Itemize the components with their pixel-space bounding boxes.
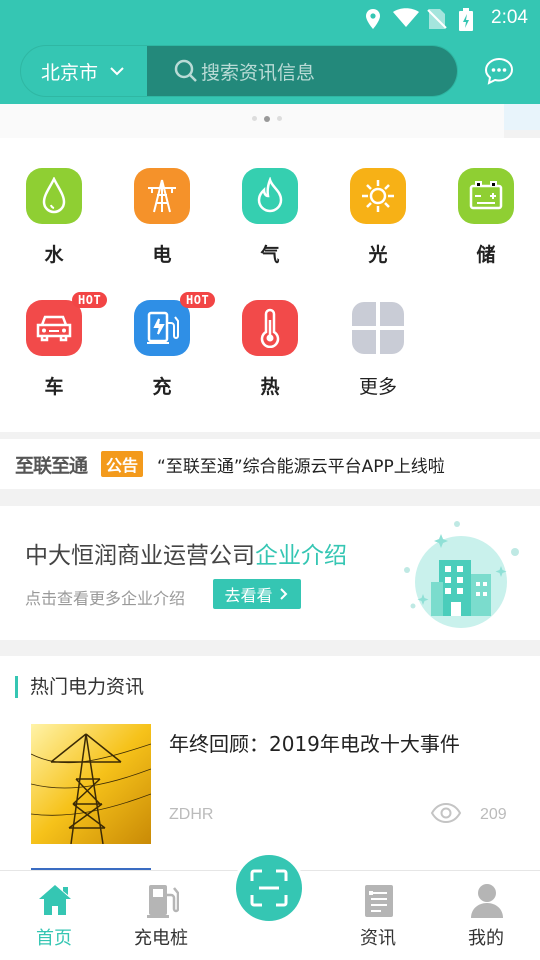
search-bar-container: 北京市 搜索资讯信息 — [20, 45, 458, 97]
category-grid: 水 电 气 光 储 HOT 车 HOT 充 热 更多 — [0, 138, 540, 432]
view-more-label: 去看看 — [224, 586, 273, 605]
tab-home[interactable]: 首页 — [4, 871, 104, 960]
message-icon[interactable] — [484, 57, 514, 85]
banner-next-slide — [504, 104, 540, 130]
tab-label: 我的 — [468, 928, 504, 949]
category-gas[interactable]: 气 — [230, 138, 310, 266]
category-car[interactable]: HOT 车 — [14, 270, 108, 398]
category-label: 水 — [44, 244, 64, 266]
search-input[interactable]: 搜索资讯信息 — [147, 46, 457, 96]
category-label: 车 — [44, 376, 64, 398]
chevron-right-icon — [279, 588, 287, 600]
top-header: 2:04 北京市 搜索资讯信息 — [0, 0, 540, 104]
document-icon — [365, 885, 393, 917]
charger-icon — [134, 300, 190, 356]
hot-badge: HOT — [180, 292, 216, 308]
sun-icon — [350, 168, 406, 224]
hot-badge: HOT — [72, 292, 108, 308]
wifi-icon — [393, 8, 419, 27]
location-icon — [366, 9, 380, 29]
thermometer-icon — [242, 300, 298, 356]
category-charge[interactable]: HOT 充 — [122, 270, 216, 398]
search-placeholder: 搜索资讯信息 — [201, 61, 316, 84]
company-subtitle: 点击查看更多企业介绍 — [25, 589, 186, 608]
home-icon — [39, 885, 71, 915]
category-label: 充 — [152, 376, 172, 398]
no-sim-icon — [427, 9, 447, 29]
tab-news[interactable]: 资讯 — [328, 871, 428, 960]
car-icon — [26, 300, 82, 356]
news-thumbnail[interactable] — [31, 724, 151, 844]
carousel-indicator — [252, 115, 282, 122]
news-source: ZDHR — [169, 806, 214, 823]
battery-charging-icon — [459, 8, 473, 31]
company-name: 中大恒润商业运营公司 — [25, 543, 255, 569]
company-intro-accent: 企业介绍 — [255, 543, 347, 569]
category-label: 热 — [260, 376, 280, 398]
section-heading: 热门电力资讯 — [15, 676, 144, 698]
flame-icon — [242, 168, 298, 224]
eye-icon — [430, 802, 462, 824]
tab-label: 首页 — [36, 928, 72, 949]
announcement-bar[interactable]: 至联至通 公告 “至联至通”综合能源云平台APP上线啦 — [0, 439, 540, 489]
app-screen: 2:04 北京市 搜索资讯信息 水 电 气 光 储 HOT 车 HOT 充 热 … — [0, 0, 540, 960]
tab-label: 资讯 — [360, 928, 396, 949]
scan-button-circle — [236, 855, 302, 921]
user-icon — [471, 884, 503, 918]
company-title: 中大恒润商业运营公司企业介绍 — [25, 536, 347, 570]
gas-pump-icon — [147, 885, 179, 918]
brand-logo-text: 至联至通 — [15, 454, 88, 477]
power-tower-icon — [134, 168, 190, 224]
chevron-down-icon — [110, 66, 124, 75]
category-water[interactable]: 水 — [14, 138, 94, 266]
view-count: 209 — [480, 806, 507, 823]
category-heat[interactable]: 热 — [230, 270, 310, 398]
category-solar[interactable]: 光 — [338, 138, 418, 266]
category-label: 气 — [260, 244, 280, 266]
scan-icon — [250, 869, 288, 907]
building-illustration — [404, 521, 519, 628]
category-more[interactable]: 更多 — [338, 270, 418, 398]
city-label: 北京市 — [41, 61, 99, 84]
water-drop-icon — [26, 168, 82, 224]
carousel-dot-active — [264, 115, 270, 122]
tab-label: 充电桩 — [134, 928, 188, 949]
hot-news-section: 热门电力资讯 年终回顾：2019年电改十大事件 ZDHR 209 — [0, 656, 540, 876]
battery-icon — [458, 168, 514, 224]
scan-button[interactable] — [233, 852, 305, 924]
category-electricity[interactable]: 电 — [122, 138, 202, 266]
company-intro-card[interactable]: 中大恒润商业运营公司企业介绍 点击查看更多企业介绍 去看看 — [0, 506, 540, 640]
announcement-text: “至联至通”综合能源云平台APP上线啦 — [157, 456, 445, 477]
category-label: 储 — [476, 244, 496, 266]
view-more-button[interactable]: 去看看 — [213, 579, 301, 609]
announcement-tag: 公告 — [101, 451, 144, 477]
tab-mine[interactable]: 我的 — [436, 871, 536, 960]
status-bar: 2:04 — [0, 0, 540, 36]
category-storage[interactable]: 储 — [446, 138, 526, 266]
carousel-dot — [277, 116, 282, 121]
city-selector[interactable]: 北京市 — [21, 46, 147, 96]
news-title[interactable]: 年终回顾：2019年电改十大事件 — [169, 728, 460, 757]
category-label: 光 — [368, 244, 388, 266]
search-icon — [174, 59, 197, 82]
carousel-dot — [252, 116, 257, 121]
tab-charging-pile[interactable]: 充电桩 — [111, 871, 211, 960]
status-time: 2:04 — [491, 7, 528, 28]
more-grid-icon — [350, 300, 406, 356]
category-label: 电 — [152, 244, 172, 266]
category-label: 更多 — [358, 376, 397, 398]
